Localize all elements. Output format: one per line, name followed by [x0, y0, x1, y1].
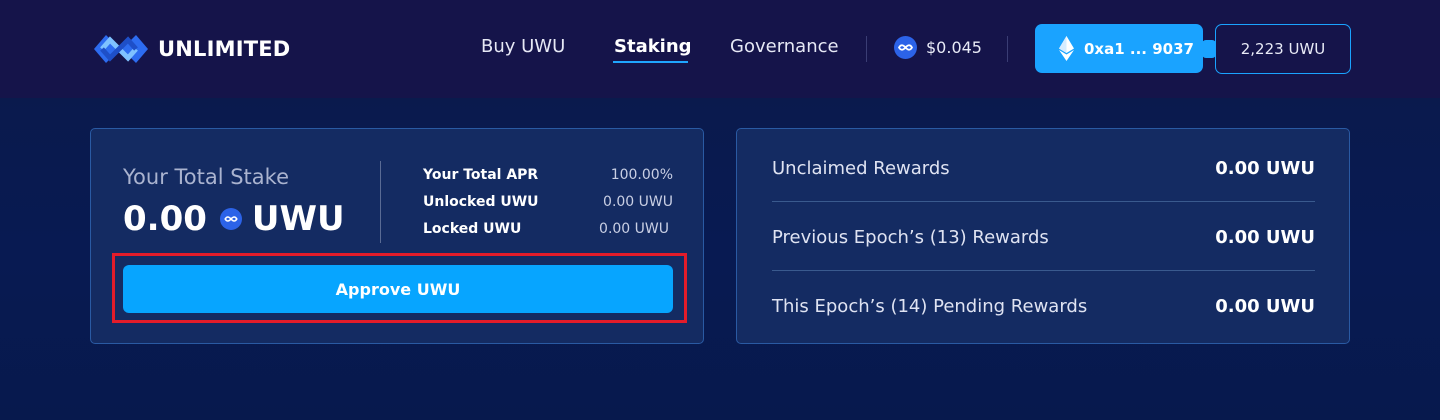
top-navigation-bar: UNLIMITED Buy UWU Staking Governance $0.… [0, 0, 1440, 98]
reward-row-pending: This Epoch’s (14) Pending Rewards 0.00 U… [772, 296, 1315, 365]
reward-row-unclaimed: Unclaimed Rewards 0.00 UWU [772, 158, 1315, 227]
reward-divider [772, 270, 1315, 271]
infinity-logo-icon [94, 35, 148, 63]
wallet-connector [1202, 40, 1216, 58]
ethereum-icon [1059, 36, 1074, 61]
uwu-price-value: $0.045 [926, 38, 982, 57]
stat-value: 0.00 UWU [603, 194, 673, 210]
reward-label: This Epoch’s (14) Pending Rewards [772, 296, 1088, 317]
wallet-address-button[interactable]: 0xa1 ... 9037 [1035, 24, 1203, 73]
stat-label: Unlocked UWU [423, 194, 539, 210]
approve-uwu-button[interactable]: Approve UWU [123, 265, 673, 313]
active-tab-underline [613, 61, 688, 63]
total-stake-value: 0.00 [123, 199, 207, 239]
total-stake-amount: 0.00 UWU [123, 199, 345, 239]
stat-label: Your Total APR [423, 167, 539, 183]
stake-card: Your Total Stake 0.00 UWU Your Total APR… [90, 128, 704, 344]
reward-value: 0.00 UWU [1215, 158, 1315, 179]
nav-divider [866, 36, 867, 62]
nav-governance[interactable]: Governance [730, 36, 839, 57]
reward-divider [772, 201, 1315, 202]
reward-value: 0.00 UWU [1215, 227, 1315, 248]
uwu-coin-icon [219, 208, 242, 230]
stake-divider [380, 161, 381, 243]
rewards-card: Unclaimed Rewards 0.00 UWU Previous Epoc… [736, 128, 1350, 344]
reward-value: 0.00 UWU [1215, 296, 1315, 317]
reward-row-previous-epoch: Previous Epoch’s (13) Rewards 0.00 UWU [772, 227, 1315, 296]
uwu-price: $0.045 [894, 36, 982, 59]
stat-value: 0.00 UWU [599, 221, 669, 237]
nav-divider [1007, 36, 1008, 62]
total-stake-unit: UWU [251, 199, 345, 239]
wallet-balance-button[interactable]: 2,223 UWU [1215, 24, 1351, 74]
brand-logo[interactable]: UNLIMITED [90, 30, 290, 68]
brand-name: UNLIMITED [158, 37, 291, 61]
stat-label: Locked UWU [423, 221, 522, 237]
nav-staking[interactable]: Staking [614, 36, 692, 57]
wallet-address: 0xa1 ... 9037 [1084, 39, 1194, 58]
total-stake-label: Your Total Stake [123, 165, 289, 189]
uwu-coin-icon [894, 36, 917, 59]
stat-value: 100.00% [610, 167, 673, 183]
nav-buy-uwu[interactable]: Buy UWU [481, 36, 565, 57]
reward-label: Previous Epoch’s (13) Rewards [772, 227, 1049, 248]
reward-label: Unclaimed Rewards [772, 158, 950, 179]
